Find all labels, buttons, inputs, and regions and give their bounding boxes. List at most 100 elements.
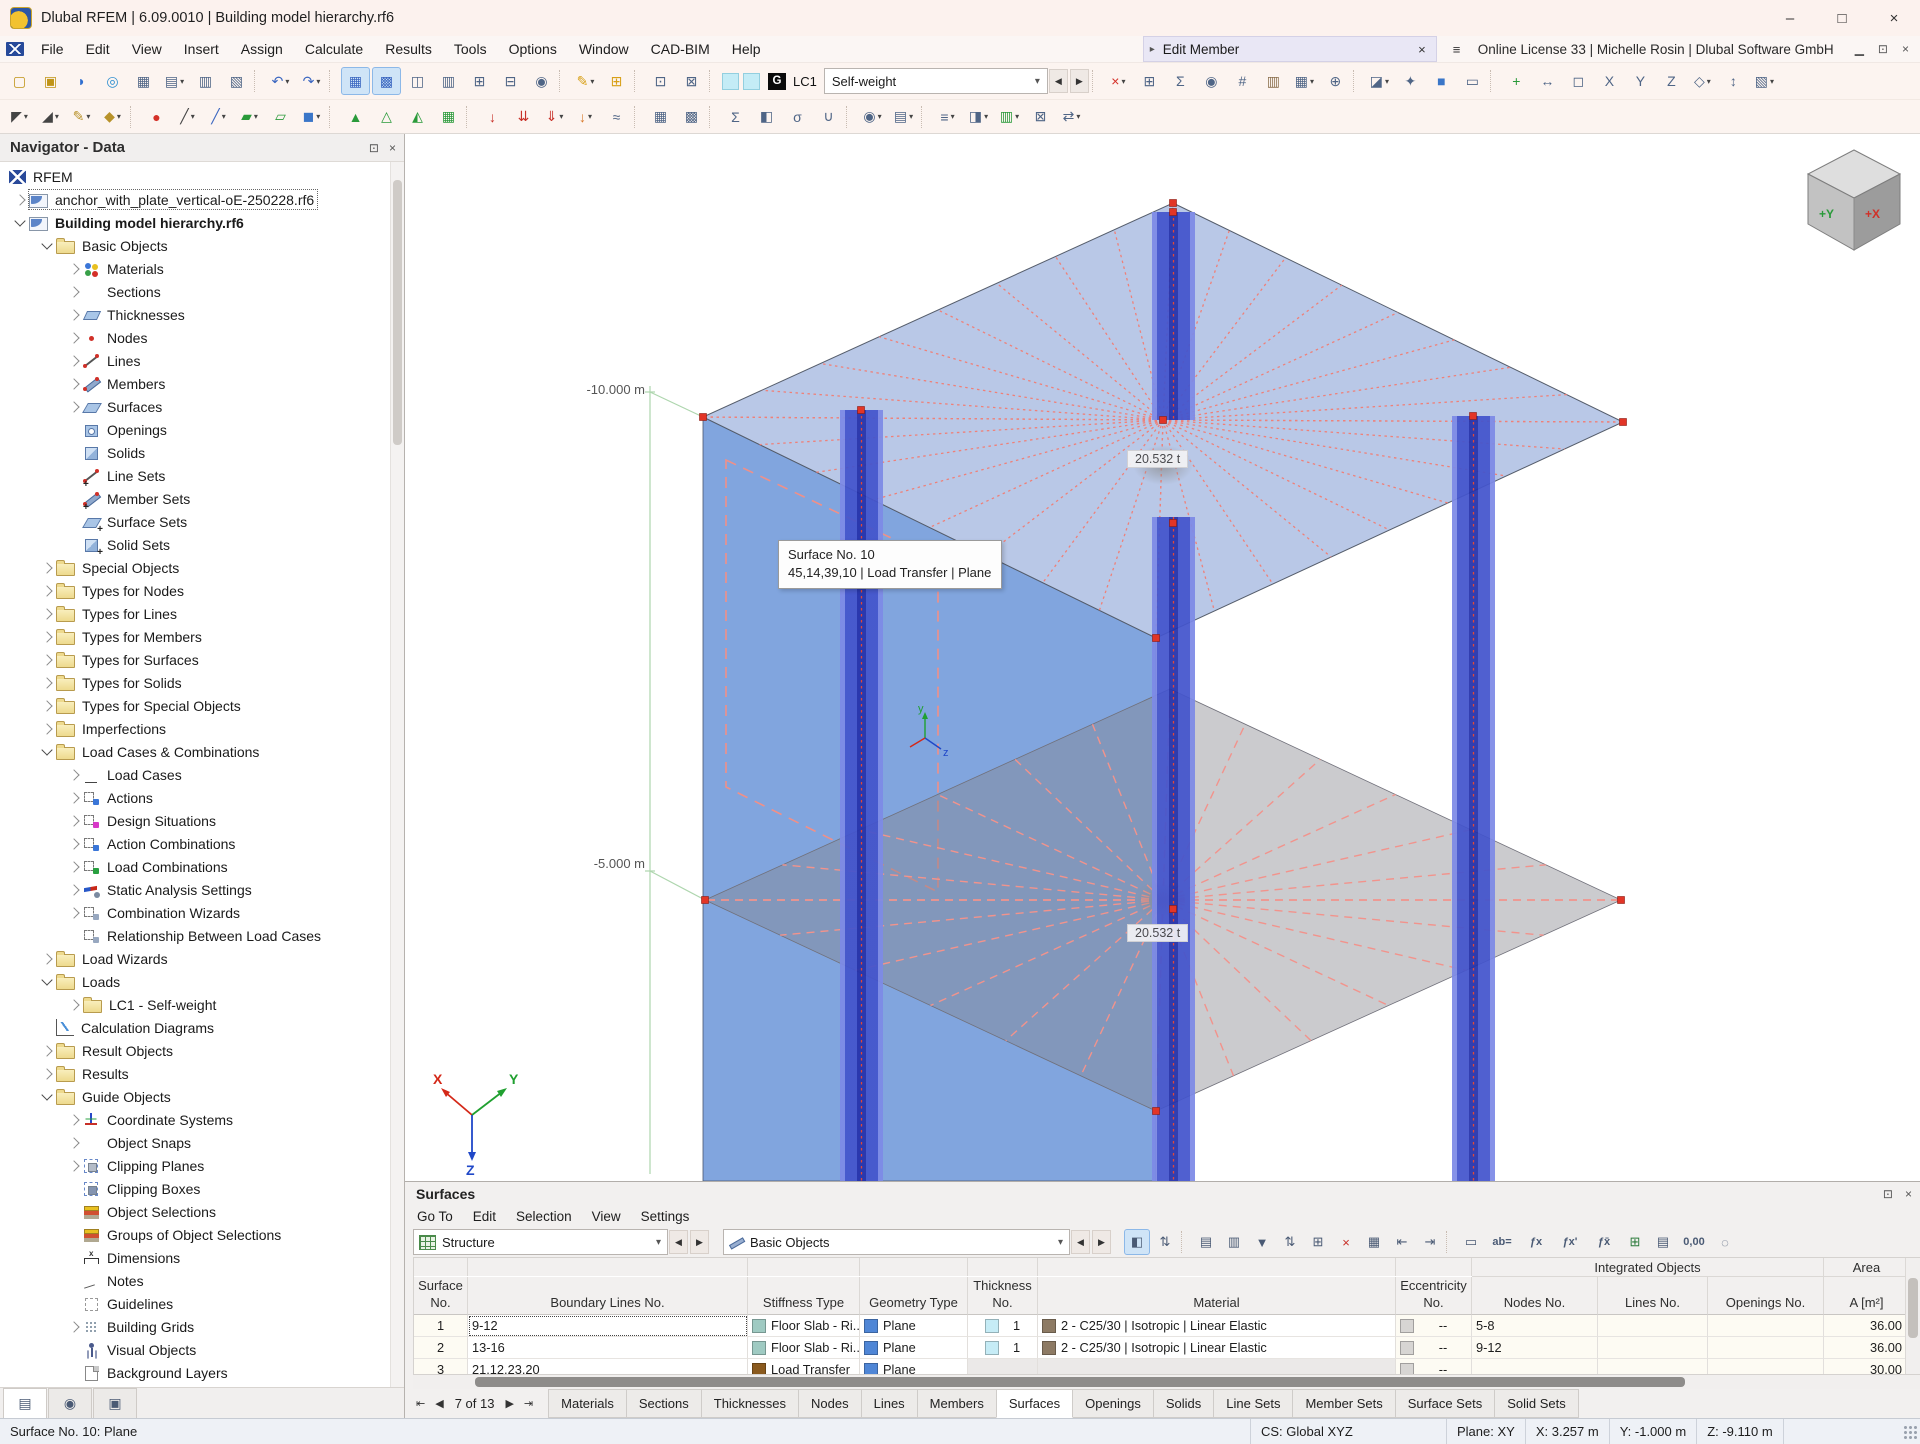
- cell-stiffness-type[interactable]: Floor Slab - Ri...: [748, 1315, 860, 1337]
- clipping-options-icon[interactable]: ▧▾: [1750, 67, 1779, 95]
- insert-row-icon[interactable]: ⊞: [1305, 1229, 1331, 1255]
- cell-surface-no[interactable]: 3: [414, 1359, 468, 1375]
- toolbar-close-icon[interactable]: ×: [1895, 42, 1916, 56]
- mesh-settings-icon[interactable]: ▩: [677, 103, 706, 131]
- table-edit-icon[interactable]: ▤: [1193, 1229, 1219, 1255]
- model-viewport[interactable]: X Y Z y z +Y +X -10.000 m -5.000 m 20.53…: [405, 134, 1920, 1181]
- node-marker[interactable]: [1153, 635, 1160, 642]
- dlubal-cloud-icon[interactable]: ◗: [67, 67, 96, 95]
- tree-expander[interactable]: [66, 1139, 82, 1147]
- tree-item-types-for-special-objects[interactable]: Types for Special Objects: [0, 694, 404, 717]
- load-case-combo[interactable]: Self-weight▾: [824, 68, 1048, 94]
- tree-expander[interactable]: [39, 955, 55, 963]
- tree-item-types-for-members[interactable]: Types for Members: [0, 625, 404, 648]
- tree-expander[interactable]: [39, 633, 55, 641]
- cell-lines-no[interactable]: [1598, 1337, 1708, 1359]
- tree-item-guidelines[interactable]: Guidelines: [0, 1292, 404, 1315]
- table-horizontal-scrollbar[interactable]: [413, 1375, 1920, 1389]
- resize-grip[interactable]: [1902, 1424, 1918, 1440]
- node-marker[interactable]: [858, 407, 865, 414]
- isometric-view-icon[interactable]: ◇▾: [1688, 67, 1717, 95]
- table-tab-line-sets[interactable]: Line Sets: [1213, 1389, 1293, 1418]
- tree-expander[interactable]: [66, 886, 82, 894]
- new-opening-icon[interactable]: ▱: [266, 103, 295, 131]
- tree-item-load-cases-combinations[interactable]: Load Cases & Combinations: [0, 740, 404, 763]
- tree-expander[interactable]: [39, 1070, 55, 1078]
- cell-surface-no[interactable]: 2: [414, 1337, 468, 1359]
- surfaces-menu-settings[interactable]: Settings: [631, 1209, 700, 1224]
- node-marker[interactable]: [1618, 897, 1625, 904]
- column-member[interactable]: [1452, 416, 1495, 1181]
- tree-expander[interactable]: [66, 771, 82, 779]
- menu-view[interactable]: View: [121, 36, 173, 62]
- zoom-fit-icon[interactable]: +: [1502, 67, 1531, 95]
- tree-item-materials[interactable]: Materials: [0, 257, 404, 280]
- tree-item-lc1-self-weight[interactable]: LC1 - Self-weight: [0, 993, 404, 1016]
- copy-view-window-icon[interactable]: ⊠: [677, 67, 706, 95]
- new-free-load-icon[interactable]: ↓▾: [571, 103, 600, 131]
- view-cube[interactable]: +Y +X: [1808, 150, 1900, 250]
- open-model-icon[interactable]: ▣: [36, 67, 65, 95]
- select-all-rows-icon[interactable]: ▭: [1458, 1229, 1484, 1255]
- cell-eccentricity-no[interactable]: --: [1396, 1315, 1472, 1337]
- tree-item-object-snaps[interactable]: Object Snaps: [0, 1131, 404, 1154]
- cell-lines-no[interactable]: [1598, 1315, 1708, 1337]
- cell-boundary-lines[interactable]: 13-16: [468, 1337, 748, 1359]
- tree-expander[interactable]: [39, 564, 55, 572]
- node-marker[interactable]: [702, 897, 709, 904]
- table-tab-members[interactable]: Members: [917, 1389, 997, 1418]
- cell-nodes-no[interactable]: 9-12: [1472, 1337, 1598, 1359]
- bim-globe-icon[interactable]: ◎: [98, 67, 127, 95]
- new-member-icon[interactable]: ╱▾: [204, 103, 233, 131]
- tree-expander[interactable]: [66, 403, 82, 411]
- first-table-button[interactable]: ⇤: [411, 1397, 430, 1410]
- cell-material[interactable]: 2 - C25/30 | Isotropic | Linear Elastic: [1038, 1315, 1396, 1337]
- cell-geometry-type[interactable]: Plane: [860, 1337, 968, 1359]
- table-tab-thicknesses[interactable]: Thicknesses: [701, 1389, 799, 1418]
- drag-grip-icon[interactable]: ▸: [1150, 44, 1155, 55]
- new-nodal-load-icon[interactable]: ↓: [478, 103, 507, 131]
- dock-panels-icon[interactable]: ⊟: [496, 67, 525, 95]
- delete-row-icon[interactable]: ×: [1333, 1229, 1359, 1255]
- menu-edit[interactable]: Edit: [75, 36, 121, 62]
- tree-item-types-for-lines[interactable]: Types for Lines: [0, 602, 404, 625]
- tree-item-member-sets[interactable]: Member Sets: [0, 487, 404, 510]
- table-tab-solids[interactable]: Solids: [1153, 1389, 1214, 1418]
- new-surface-load-icon[interactable]: ⇓▾: [540, 103, 569, 131]
- menu-assign[interactable]: Assign: [230, 36, 294, 62]
- navigator-float-icon[interactable]: ⊡: [369, 141, 379, 155]
- object-snap-icon[interactable]: ◆▾: [98, 103, 127, 131]
- new-solid-icon[interactable]: ◼▾: [297, 103, 326, 131]
- menu-window[interactable]: Window: [568, 36, 640, 62]
- tree-item-lines[interactable]: Lines: [0, 349, 404, 372]
- zoom-window-icon[interactable]: ◻: [1564, 67, 1593, 95]
- cell-openings-no[interactable]: [1708, 1359, 1824, 1375]
- cell-area[interactable]: 36.00: [1824, 1337, 1910, 1359]
- select-special-icon[interactable]: ◢▾: [36, 103, 65, 131]
- table-columns-icon[interactable]: ▥: [1221, 1229, 1247, 1255]
- numbering-icon[interactable]: #: [1228, 67, 1257, 95]
- tree-item-thicknesses[interactable]: Thicknesses: [0, 303, 404, 326]
- tree-item-types-for-nodes[interactable]: Types for Nodes: [0, 579, 404, 602]
- check-model-icon[interactable]: ◉: [1197, 67, 1226, 95]
- tree-item-special-objects[interactable]: Special Objects: [0, 556, 404, 579]
- rename-tool-icon[interactable]: ab=: [1486, 1229, 1518, 1255]
- decimal-places-icon[interactable]: 0,00: [1678, 1229, 1710, 1255]
- new-view-window-icon[interactable]: ⊡: [646, 67, 675, 95]
- cell-thickness-no[interactable]: 1: [968, 1337, 1038, 1359]
- tree-item-solid-sets[interactable]: Solid Sets: [0, 533, 404, 556]
- tree-item-clipping-boxes[interactable]: Clipping Boxes: [0, 1177, 404, 1200]
- table-hscroll-thumb[interactable]: [475, 1377, 1685, 1387]
- tree-item-visual-objects[interactable]: Visual Objects: [0, 1338, 404, 1361]
- node-marker[interactable]: [1170, 200, 1177, 207]
- surfaces-menu-edit[interactable]: Edit: [463, 1209, 506, 1224]
- menu-help[interactable]: Help: [721, 36, 772, 62]
- node-marker[interactable]: [1170, 520, 1177, 527]
- edit-member-close-icon[interactable]: ×: [1408, 42, 1436, 57]
- next-table-button[interactable]: ▶: [500, 1397, 518, 1410]
- table-tab-nodes[interactable]: Nodes: [798, 1389, 862, 1418]
- tree-item-load-wizards[interactable]: Load Wizards: [0, 947, 404, 970]
- spreadsheet-view-icon[interactable]: ▩: [372, 67, 401, 95]
- tree-item-nodes[interactable]: Nodes: [0, 326, 404, 349]
- table-tab-member-sets[interactable]: Member Sets: [1292, 1389, 1395, 1418]
